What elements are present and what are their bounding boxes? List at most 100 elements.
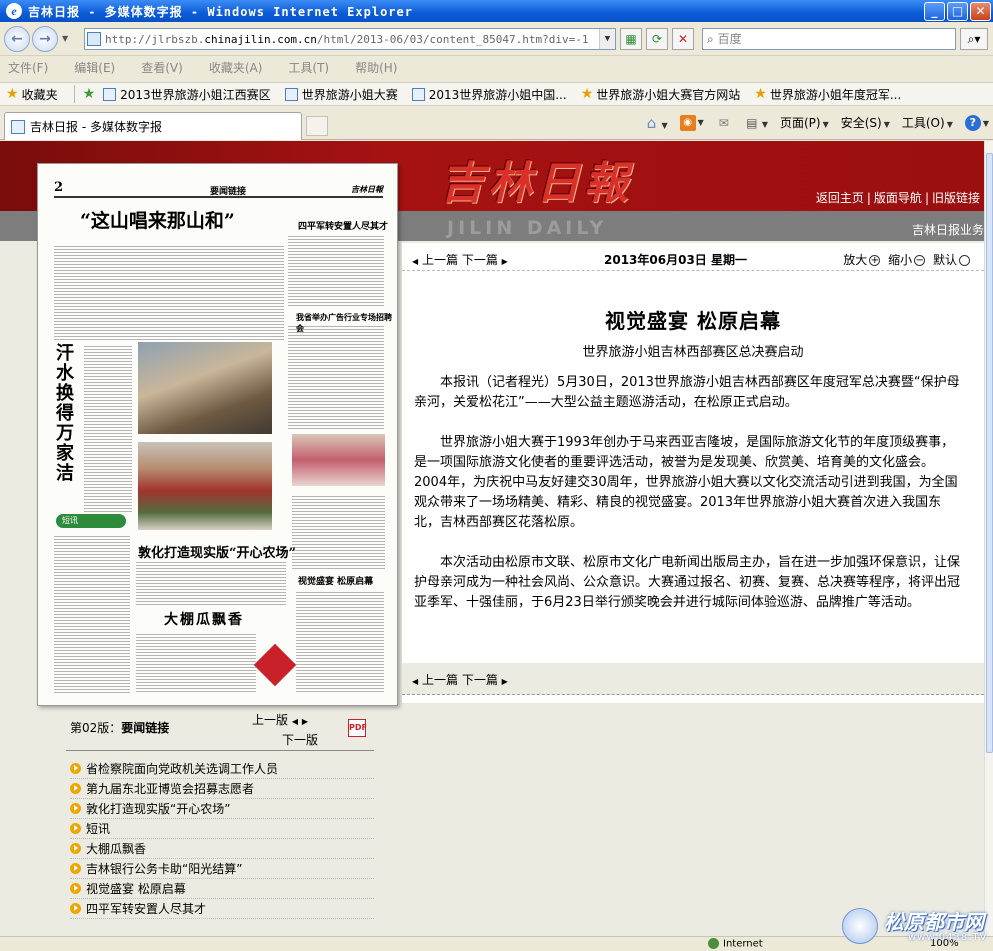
maximize-button[interactable]: □ xyxy=(947,2,968,21)
watermark-logo-icon xyxy=(842,908,878,944)
tab-active[interactable]: 吉林日报 - 多媒体数字报 xyxy=(4,112,302,140)
separator xyxy=(73,85,75,103)
address-dropdown-icon[interactable]: ▼ xyxy=(599,29,615,49)
tab-bar: 吉林日报 - 多媒体数字报 ⌂ ▼ ◉ ▼ ✉ ▤ ▼ 页面(P) ▼ 安全(S) ▼ 工… xyxy=(0,108,993,140)
paper-red-stamp xyxy=(253,643,297,687)
zoom-out-button[interactable]: 缩小 − xyxy=(888,253,929,267)
page-nav-link[interactable]: 版面导航 xyxy=(874,191,922,205)
vertical-scrollbar[interactable] xyxy=(984,141,993,936)
paper-vertical-headline[interactable]: 汗水换得万家洁 xyxy=(56,344,80,484)
paper-headline-songyuan[interactable]: 视觉盛宴 松原启幕 xyxy=(298,574,373,587)
close-window-button[interactable]: ✕ xyxy=(970,2,991,21)
menu-bar: 文件(F) 编辑(E) 查看(V) 收藏夹(A) 工具(T) 帮助(H) xyxy=(0,57,993,77)
paper-photo-dinosaur xyxy=(138,342,272,434)
article-link[interactable]: 敦化打造现实版“开心农场” xyxy=(70,799,374,819)
favorite-link-1[interactable]: 2013世界旅游小姐江西赛区 xyxy=(103,86,271,103)
article-link[interactable]: 省检察院面向党政机关选调工作人员 xyxy=(70,759,374,779)
article-title: 视觉盛宴 松原启幕 xyxy=(605,309,781,333)
menu-edit[interactable]: 编辑(E) xyxy=(74,59,115,76)
old-version-link[interactable]: 旧版链接 xyxy=(932,191,980,205)
menu-view[interactable]: 查看(V) xyxy=(141,59,183,76)
article-link[interactable]: 短讯 xyxy=(70,819,374,839)
menu-file[interactable]: 文件(F) xyxy=(8,59,48,76)
paper-headline-farm[interactable]: 敦化打造现实版“开心农场” xyxy=(138,542,296,561)
bullet-arrow-icon xyxy=(70,903,81,914)
back-button[interactable]: ← xyxy=(4,26,30,52)
text-block xyxy=(54,244,284,340)
prev-article-link[interactable]: 上一篇 xyxy=(422,253,458,267)
stop-button[interactable]: ✕ xyxy=(672,28,694,50)
refresh-button[interactable]: ⟳ xyxy=(646,28,668,50)
prev-article-link-bottom[interactable]: 上一篇 xyxy=(422,673,458,687)
search-button[interactable]: ⌕▾ xyxy=(960,28,988,50)
bullet-arrow-icon xyxy=(70,843,81,854)
search-input[interactable]: ⌕ 百度 xyxy=(702,28,956,50)
text-block xyxy=(292,494,385,570)
paper-headline-melon[interactable]: 大棚瓜飘香 xyxy=(164,609,244,629)
paper-header: 2 要闻链接 吉林日報 xyxy=(54,180,383,198)
next-article-link[interactable]: 下一篇 xyxy=(462,253,498,267)
article-list: 省检察院面向党政机关选调工作人员 第九届东北亚博览会招募志愿者 敦化打造现实版“… xyxy=(70,759,374,919)
menu-help[interactable]: 帮助(H) xyxy=(355,59,397,76)
article-link[interactable]: 大棚瓜飘香 xyxy=(70,839,374,859)
business-link[interactable]: 吉林日报业务 xyxy=(912,221,984,238)
menu-tools[interactable]: 工具(T) xyxy=(288,59,329,76)
minimize-button[interactable]: _ xyxy=(924,2,945,21)
prev-edition-link[interactable]: 上一版 xyxy=(252,713,288,727)
star-icon: ★ xyxy=(754,86,767,102)
page-menu[interactable]: 页面(P) ▼ xyxy=(780,114,829,131)
address-bar[interactable]: http://jlrbszb. chinajilin.com.cn/html/20… xyxy=(84,28,616,50)
article-link[interactable]: 第九届东北亚博览会招募志愿者 xyxy=(70,779,374,799)
favorite-link-2[interactable]: 世界旅游小姐大赛 xyxy=(284,86,398,103)
site-logo[interactable]: 吉林日報 xyxy=(440,147,632,211)
zoom-in-button[interactable]: 放大 + xyxy=(843,253,884,267)
article-link[interactable]: 四平军转安置人尽其才 xyxy=(70,899,374,919)
minus-icon: − xyxy=(914,255,926,266)
tools-menu[interactable]: 工具(O) ▼ xyxy=(902,114,953,131)
scroll-thumb[interactable] xyxy=(986,153,993,753)
history-dropdown-icon[interactable]: ▼ xyxy=(62,34,68,43)
article-toolbar: ◀ 上一篇 下一篇 ▶ 2013年06月03日 星期一 放大 + 缩小 − 默认 xyxy=(402,243,984,271)
compatibility-icon[interactable]: ▦ xyxy=(620,28,642,50)
zoom-default-button[interactable]: 默认 xyxy=(933,253,974,267)
favorite-link-3[interactable]: 2013世界旅游小姐中国... xyxy=(411,86,567,103)
paper-photo-rescue xyxy=(138,442,272,530)
edition-label: 第02版：要闻链接 xyxy=(70,721,170,735)
next-article-link-bottom[interactable]: 下一篇 xyxy=(462,673,498,687)
feeds-button[interactable]: ◉ ▼ xyxy=(679,114,704,131)
text-block xyxy=(296,590,384,694)
help-button[interactable]: ? ▼ xyxy=(964,114,989,131)
left-arrow-icon: ◀ xyxy=(291,717,298,726)
add-favorite-icon[interactable]: ★ xyxy=(83,86,96,102)
paper-photo-contestants xyxy=(292,434,385,486)
mail-icon[interactable]: ✉ xyxy=(716,115,732,131)
safety-menu[interactable]: 安全(S) ▼ xyxy=(841,114,890,131)
new-tab-button[interactable] xyxy=(306,116,328,136)
article-paragraph: 本报讯（记者程光）5月30日，2013世界旅游小姐吉林西部赛区年度冠军总决赛暨“… xyxy=(414,375,960,410)
favorite-link-4[interactable]: ★ 世界旅游小姐大赛官方网站 xyxy=(581,86,741,103)
newspaper-page-thumbnail[interactable]: 2 要闻链接 吉林日報 “这山唱来那山和” 汗水换得万家洁 短讯 敦化打造现实版… xyxy=(37,163,398,706)
left-arrow-icon: ◀ xyxy=(412,677,419,686)
article-panel: ◀ 上一篇 下一篇 ▶ 2013年06月03日 星期一 放大 + 缩小 − 默认 视… xyxy=(402,243,984,703)
text-block xyxy=(288,234,384,306)
favorites-bar: ★ 收藏夹 ★ 2013世界旅游小姐江西赛区 世界旅游小姐大赛 2013世界旅游小… xyxy=(0,82,993,106)
print-button[interactable]: ▤ ▼ xyxy=(744,115,768,131)
paper-headline-job-fair[interactable]: 我省举办广告行业专场招聘会 xyxy=(296,312,397,334)
forward-button[interactable]: → xyxy=(32,26,58,52)
next-edition-link[interactable]: 下一版 xyxy=(282,733,318,747)
security-zone[interactable]: Internet xyxy=(708,938,763,950)
article-link[interactable]: 吉林银行公务卡助“阳光结算” xyxy=(70,859,374,879)
pdf-download-icon[interactable]: PDF xyxy=(348,719,367,737)
bullet-arrow-icon xyxy=(70,883,81,894)
paper-headline[interactable]: “这山唱来那山和” xyxy=(80,206,235,233)
help-icon: ? xyxy=(964,114,981,131)
star-icon: ★ xyxy=(6,86,19,102)
article-link[interactable]: 视觉盛宴 松原启幕 xyxy=(70,879,374,899)
menu-favorites[interactable]: 收藏夹(A) xyxy=(209,59,263,76)
paper-brief-tag[interactable]: 短讯 xyxy=(56,514,126,528)
home-link[interactable]: 返回主页 xyxy=(816,191,864,205)
home-button[interactable]: ⌂ ▼ xyxy=(644,115,668,131)
paper-headline-veterans[interactable]: 四平军转安置人尽其才 xyxy=(298,219,388,232)
favorite-link-5[interactable]: ★ 世界旅游小姐年度冠军... xyxy=(754,86,901,103)
favorites-button[interactable]: ★ 收藏夹 xyxy=(6,86,58,103)
